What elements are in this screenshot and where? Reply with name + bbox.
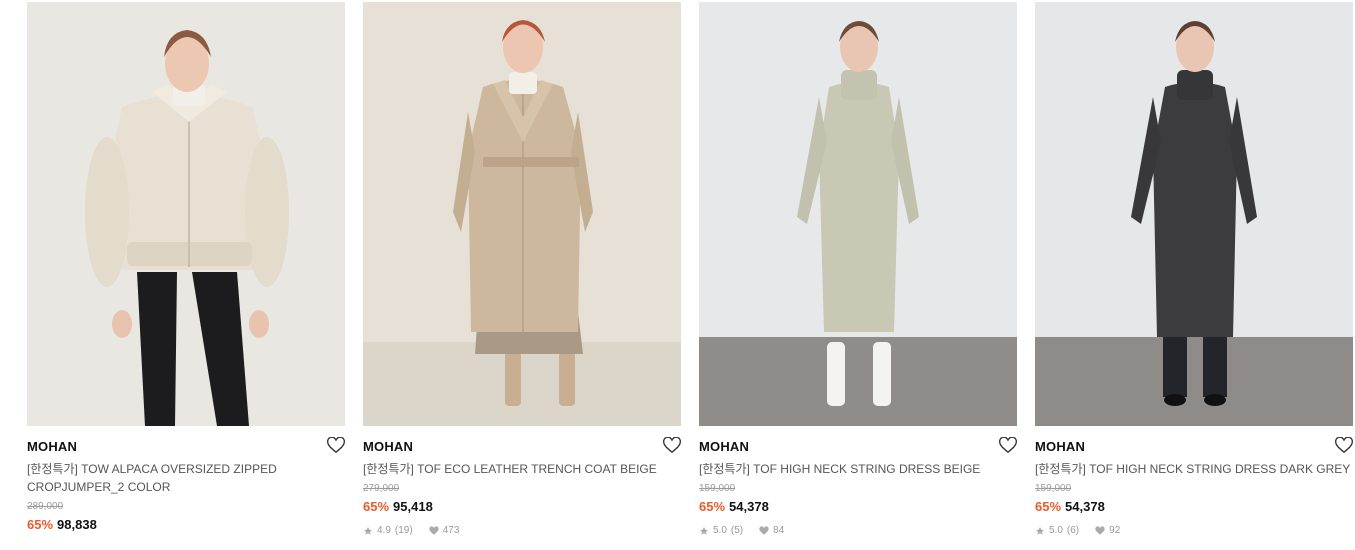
rating-value: 5.0 (1049, 525, 1063, 536)
wishlist-heart-icon[interactable] (1335, 436, 1353, 454)
wishlist-heart-icon[interactable] (999, 436, 1017, 454)
product-card[interactable]: MOHAN [한정특가] TOW ALPACA OVERSIZED ZIPPED… (27, 2, 345, 534)
product-stats: 5.0 (6) 92 (1035, 525, 1353, 537)
product-card[interactable]: MOHAN [한정특가] TOF HIGH NECK STRING DRESS … (699, 2, 1017, 537)
product-stats: 4.9 (19) 473 (363, 525, 681, 537)
product-image[interactable] (699, 2, 1017, 426)
like-count: 473 (442, 525, 460, 536)
like-count: 84 (773, 525, 785, 536)
product-image[interactable] (1035, 2, 1353, 426)
star-icon (1035, 526, 1045, 536)
product-brand[interactable]: MOHAN (27, 438, 345, 456)
rating-value: 5.0 (713, 525, 727, 536)
likes-heart-icon (759, 526, 769, 536)
original-price: 289,000 (27, 501, 64, 512)
product-title[interactable]: [한정특가] TOF HIGH NECK STRING DRESS DARK G… (1035, 460, 1353, 478)
price-row: 65% 54,378 (1035, 498, 1353, 516)
original-price: 279,000 (363, 483, 400, 494)
original-price: 159,000 (1035, 483, 1072, 494)
product-brand[interactable]: MOHAN (699, 438, 1017, 456)
product-title[interactable]: [한정특가] TOF ECO LEATHER TRENCH COAT BEIGE (363, 460, 681, 478)
wishlist-heart-icon[interactable] (663, 436, 681, 454)
likes-heart-icon (1095, 526, 1105, 536)
star-icon (699, 526, 709, 536)
review-count: (19) (394, 525, 413, 536)
sale-price: 54,378 (729, 499, 769, 514)
product-title[interactable]: [한정특가] TOF HIGH NECK STRING DRESS BEIGE (699, 460, 1017, 478)
product-grid: MOHAN [한정특가] TOW ALPACA OVERSIZED ZIPPED… (0, 0, 1355, 550)
rating-value: 4.9 (377, 525, 391, 536)
price-row: 65% 95,418 (363, 498, 681, 516)
likes-heart-icon (429, 526, 439, 536)
product-brand[interactable]: MOHAN (363, 438, 681, 456)
discount-rate: 65% (27, 517, 54, 532)
sale-price: 98,838 (57, 517, 97, 532)
product-card[interactable]: MOHAN [한정특가] TOF HIGH NECK STRING DRESS … (1035, 2, 1353, 537)
product-title[interactable]: [한정특가] TOW ALPACA OVERSIZED ZIPPED CROPJ… (27, 460, 345, 496)
sale-price: 54,378 (1065, 499, 1105, 514)
review-count: (5) (730, 525, 744, 536)
like-count: 92 (1109, 525, 1121, 536)
discount-rate: 65% (1035, 499, 1062, 514)
product-card[interactable]: MOHAN [한정특가] TOF ECO LEATHER TRENCH COAT… (363, 2, 681, 537)
discount-rate: 65% (699, 499, 726, 514)
star-icon (363, 526, 373, 536)
product-image[interactable] (363, 2, 681, 426)
review-count: (6) (1066, 525, 1080, 536)
sale-price: 95,418 (393, 499, 433, 514)
wishlist-heart-icon[interactable] (327, 436, 345, 454)
discount-rate: 65% (363, 499, 390, 514)
price-row: 65% 54,378 (699, 498, 1017, 516)
price-row: 65% 98,838 (27, 516, 345, 534)
product-stats: 5.0 (5) 84 (699, 525, 1017, 537)
product-brand[interactable]: MOHAN (1035, 438, 1353, 456)
product-image[interactable] (27, 2, 345, 426)
original-price: 159,000 (699, 483, 736, 494)
